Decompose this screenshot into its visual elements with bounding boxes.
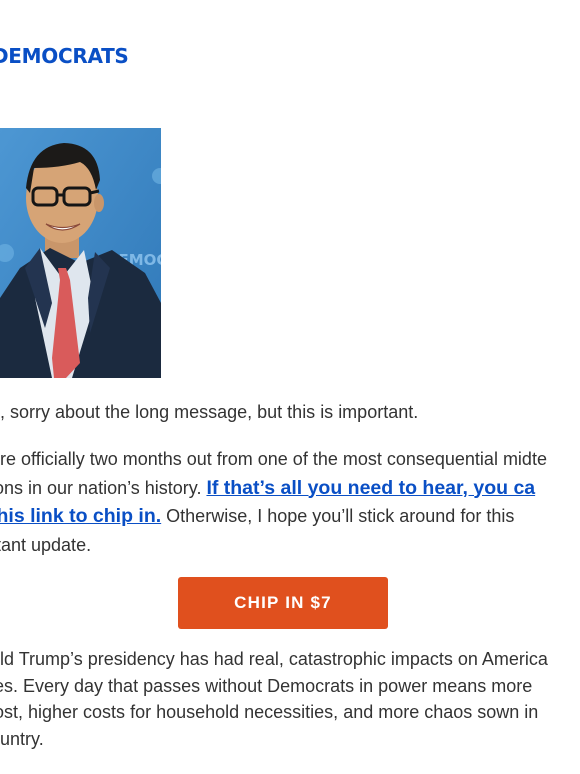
paragraph-line: ountry. xyxy=(0,728,44,749)
paragraph-text: ions in our nation’s history. xyxy=(0,477,207,498)
paragraph-line: ald Trump’s presidency has had real, cat… xyxy=(0,649,548,669)
paragraph-line: rtant update. xyxy=(0,534,92,555)
paragraph-line: ions in our nation’s history. If that’s … xyxy=(0,474,580,503)
paragraph-line: lost, higher costs for household necessi… xyxy=(0,702,539,722)
chip-in-link[interactable]: this link to chip in. xyxy=(0,505,161,527)
brand-wordmark: DEMOCRATS xyxy=(0,44,129,68)
donate-link[interactable]: If that’s all you need to hear, you ca xyxy=(206,477,535,499)
paragraph-text: Otherwise, I hope you’ll stick around fo… xyxy=(161,506,515,526)
candidate-photo: DEMOC xyxy=(0,128,161,378)
paragraph-line: ies. Every day that passes without Democ… xyxy=(0,675,533,696)
intro-paragraph: n, sorry about the long message, but thi… xyxy=(0,398,580,426)
trump-impact-paragraph: ald Trump’s presidency has had real, cat… xyxy=(0,646,580,752)
deadline-paragraph: are officially two months out from one o… xyxy=(0,445,580,559)
intro-text: n, sorry about the long message, but thi… xyxy=(0,402,419,422)
paragraph-line: this link to chip in. Otherwise, I hope … xyxy=(0,502,580,531)
chip-in-button[interactable]: CHIP IN $7 xyxy=(178,577,388,629)
paragraph-line: are officially two months out from one o… xyxy=(0,449,547,469)
